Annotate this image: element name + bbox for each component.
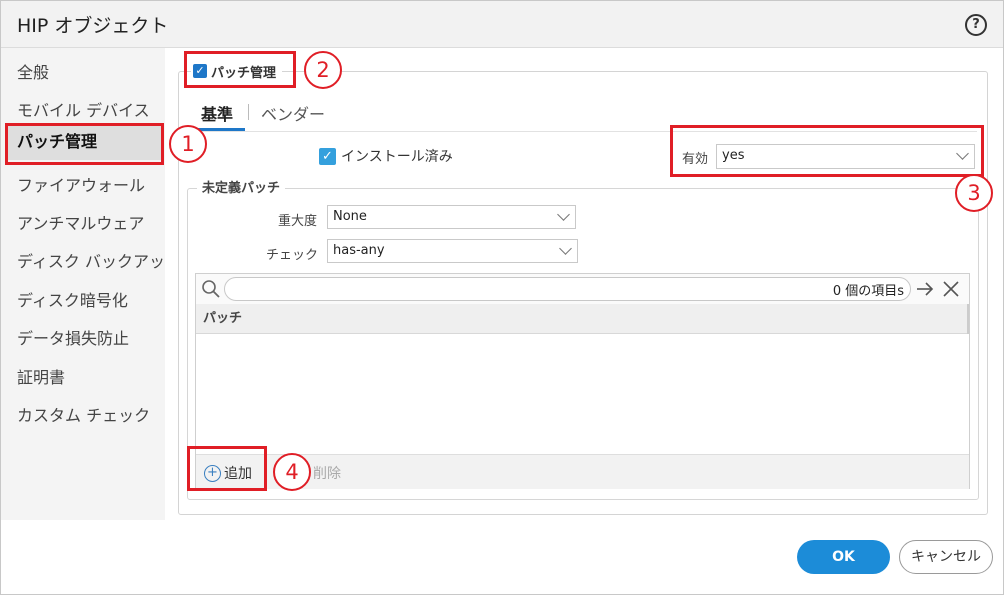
ok-button[interactable]: OK bbox=[797, 540, 890, 574]
delete-button[interactable]: 削除 bbox=[313, 463, 341, 483]
dialog-title: HIP オブジェクト bbox=[17, 15, 169, 37]
arrow-right-icon[interactable] bbox=[915, 280, 935, 298]
sidebar-item-anti-malware[interactable]: アンチマルウェア bbox=[17, 210, 167, 234]
highlight-box-4 bbox=[187, 446, 267, 491]
tab-criteria[interactable]: 基準 bbox=[201, 101, 233, 125]
sidebar-item-custom-checks[interactable]: カスタム チェック bbox=[17, 402, 167, 426]
callout-3: 3 bbox=[955, 174, 993, 212]
patches-grid: 0 個の項目s パッチ + 追加 削除 bbox=[195, 273, 970, 489]
grid-toolbar: + 追加 削除 bbox=[196, 454, 969, 489]
search-input[interactable]: 0 個の項目s bbox=[224, 277, 911, 301]
sidebar-item-certificate[interactable]: 証明書 bbox=[17, 364, 167, 388]
column-header-patch[interactable]: パッチ bbox=[196, 304, 967, 334]
tab-vendor[interactable]: ベンダー bbox=[261, 101, 325, 125]
check-select-value: has-any bbox=[333, 243, 385, 258]
callout-1: 1 bbox=[169, 125, 207, 163]
severity-select[interactable]: None bbox=[327, 205, 576, 229]
highlight-box-3 bbox=[670, 125, 984, 177]
help-icon[interactable]: ? bbox=[965, 14, 987, 36]
grid-search-row: 0 個の項目s bbox=[196, 274, 969, 305]
installed-label: インストール済み bbox=[341, 149, 453, 165]
severity-select-value: None bbox=[333, 209, 367, 224]
cancel-button[interactable]: キャンセル bbox=[899, 540, 993, 574]
sidebar-item-mobile-device[interactable]: モバイル デバイス bbox=[17, 97, 167, 121]
sidebar-item-disk-encryption[interactable]: ディスク暗号化 bbox=[17, 287, 167, 311]
grid-body bbox=[196, 335, 969, 454]
dialog-titlebar: HIP オブジェクト ? bbox=[1, 1, 1003, 48]
check-select[interactable]: has-any bbox=[327, 239, 578, 263]
sidebar: 全般 モバイル デバイス パッチ管理 ファイアウォール アンチマルウェア ディス… bbox=[1, 48, 167, 520]
sidebar-item-disk-backup[interactable]: ディスク バックアップ bbox=[17, 248, 167, 272]
close-icon[interactable] bbox=[942, 280, 960, 298]
check-label: チェック bbox=[266, 248, 319, 263]
missing-patches-legend: 未定義パッチ bbox=[197, 177, 286, 196]
hip-object-dialog: HIP オブジェクト ? 全般 モバイル デバイス パッチ管理 ファイアウォール… bbox=[0, 0, 1004, 595]
callout-4: 4 bbox=[273, 453, 311, 491]
highlight-box-1 bbox=[5, 123, 164, 165]
grid-scrollbar[interactable] bbox=[967, 304, 969, 334]
tab-divider bbox=[248, 104, 249, 120]
installed-option[interactable]: ✓ インストール済み bbox=[319, 146, 453, 166]
sidebar-item-data-loss-prevention[interactable]: データ損失防止 bbox=[17, 325, 167, 349]
sidebar-item-firewall[interactable]: ファイアウォール bbox=[17, 172, 167, 196]
highlight-box-2 bbox=[184, 51, 296, 88]
chevron-down-icon bbox=[557, 208, 570, 221]
callout-2: 2 bbox=[304, 51, 342, 89]
chevron-down-icon bbox=[559, 242, 572, 255]
sidebar-item-general[interactable]: 全般 bbox=[17, 59, 167, 83]
search-item-count: 0 個の項目s bbox=[832, 284, 904, 299]
installed-checkbox[interactable]: ✓ bbox=[319, 147, 336, 165]
search-icon bbox=[202, 280, 220, 298]
severity-label: 重大度 bbox=[278, 214, 318, 229]
